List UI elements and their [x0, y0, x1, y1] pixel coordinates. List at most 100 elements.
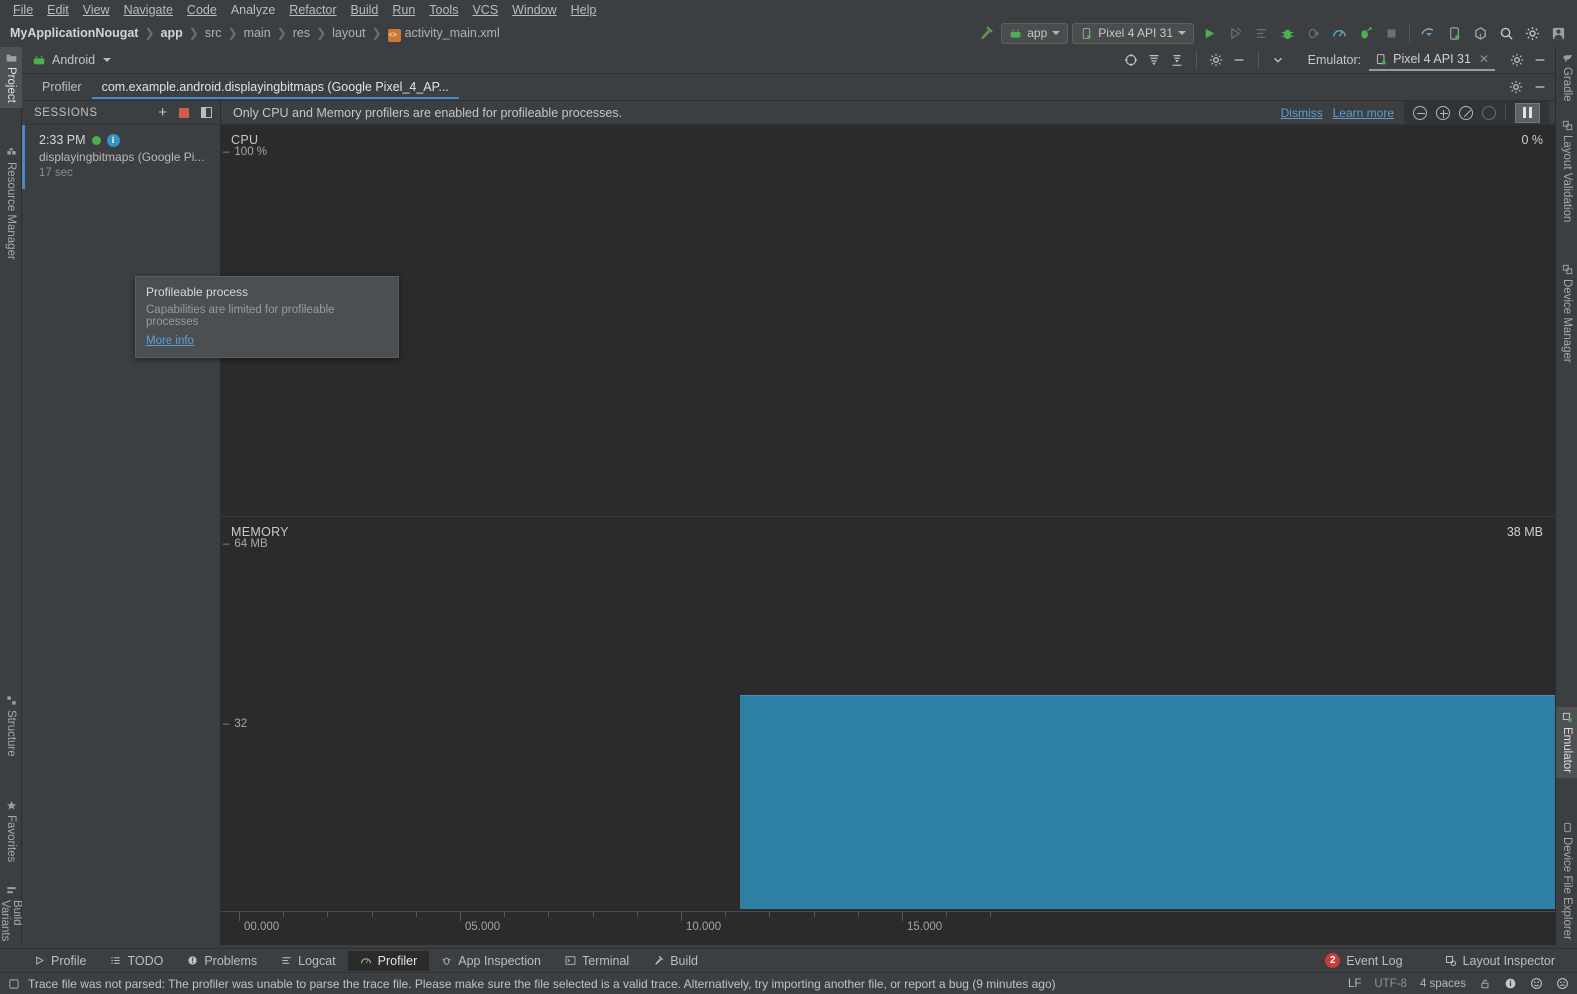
- bottom-tab-layout-inspector[interactable]: Layout Inspector: [1433, 951, 1567, 971]
- toggle-sessions-panel-icon[interactable]: [201, 107, 212, 118]
- session-list-item[interactable]: 2:33 PM i displayingbitmaps (Google Pi..…: [22, 125, 220, 189]
- breadcrumb-app[interactable]: app: [161, 26, 183, 40]
- target-icon[interactable]: [1124, 53, 1138, 67]
- cpu-chart-panel[interactable]: CPU 0 % 100 % 50: [221, 125, 1555, 517]
- menu-item-code[interactable]: Code: [180, 2, 224, 18]
- tab-profiler-session[interactable]: com.example.android.displayingbitmaps (G…: [91, 76, 459, 99]
- reset-zoom-icon[interactable]: [1459, 105, 1473, 120]
- bottom-tab-build[interactable]: Build: [641, 951, 710, 971]
- profile-debuggable-icon[interactable]: [1354, 22, 1376, 44]
- settings-gear-icon[interactable]: [1521, 22, 1543, 44]
- attach-debugger-icon[interactable]: [1302, 22, 1324, 44]
- menu-item-edit[interactable]: Edit: [40, 2, 76, 18]
- profiler-notification-bar: Only CPU and Memory profilers are enable…: [221, 100, 1555, 125]
- bottom-tab-todo[interactable]: TODO: [98, 951, 175, 971]
- minimize-icon[interactable]: [1533, 53, 1547, 67]
- menu-item-view[interactable]: View: [76, 2, 117, 18]
- breadcrumb-layout[interactable]: layout: [332, 26, 365, 40]
- smiley-happy-icon[interactable]: [1530, 977, 1543, 990]
- sidebar-label-build-variants: Build Variants: [0, 900, 23, 942]
- chevron-down-icon[interactable]: [1271, 53, 1285, 67]
- menu-item-run[interactable]: Run: [385, 2, 422, 18]
- module-selector[interactable]: app: [1001, 22, 1069, 44]
- stop-icon[interactable]: [1380, 22, 1402, 44]
- menu-item-file[interactable]: File: [6, 2, 40, 18]
- encoding-indicator[interactable]: UTF-8: [1374, 978, 1407, 990]
- sidebar-item-emulator[interactable]: Emulator: [1556, 707, 1577, 779]
- menu-item-window[interactable]: Window: [505, 2, 563, 18]
- breadcrumb-project[interactable]: MyApplicationNougat: [10, 26, 138, 40]
- sidebar-item-device-file-explorer[interactable]: Device File Explorer: [1556, 817, 1577, 945]
- breadcrumb-src[interactable]: src: [205, 26, 222, 40]
- device-selector[interactable]: Pixel 4 API 31: [1072, 22, 1194, 44]
- sidebar-item-layout-validation[interactable]: Layout Validation: [1556, 115, 1577, 227]
- tool-window-title: Android: [52, 53, 96, 67]
- minimize-icon[interactable]: [1232, 53, 1246, 67]
- bottom-tab-profiler[interactable]: Profiler: [347, 950, 430, 971]
- status-message[interactable]: Trace file was not parsed: The profiler …: [28, 977, 1056, 991]
- menu-item-navigate[interactable]: Navigate: [117, 2, 180, 18]
- sidebar-item-structure[interactable]: Structure: [0, 690, 22, 762]
- menu-item-vcs[interactable]: VCS: [465, 2, 505, 18]
- logcat-icon: [281, 955, 292, 966]
- sidebar-item-build-variants[interactable]: Build Variants: [0, 880, 23, 946]
- sidebar-item-device-manager[interactable]: Device Manager: [1556, 259, 1577, 368]
- bottom-tab-profile[interactable]: Profile: [22, 951, 98, 971]
- sidebar-item-favorites[interactable]: Favorites: [0, 795, 22, 867]
- breadcrumb-main[interactable]: main: [244, 26, 271, 40]
- emulator-device-tab[interactable]: Pixel 4 API 31 ✕: [1369, 49, 1495, 71]
- sidebar-item-resource-manager[interactable]: Resource Manager: [0, 142, 22, 265]
- info-icon[interactable]: i: [106, 133, 120, 147]
- bottom-tab-logcat[interactable]: Logcat: [269, 951, 348, 971]
- debug-icon[interactable]: [1276, 22, 1298, 44]
- zoom-in-icon[interactable]: [1436, 105, 1450, 120]
- bottom-tab-app-inspection[interactable]: App Inspection: [429, 951, 553, 971]
- menu-item-refactor[interactable]: Refactor: [282, 2, 343, 18]
- info-icon[interactable]: [1504, 977, 1517, 990]
- apply-code-changes-icon[interactable]: [1250, 22, 1272, 44]
- breadcrumb-file[interactable]: activity_main.xml: [405, 26, 500, 40]
- sidebar-item-project[interactable]: Project: [0, 47, 22, 108]
- tooltip-more-info-link[interactable]: More info: [146, 335, 194, 347]
- sdk-manager-icon[interactable]: [1469, 22, 1491, 44]
- bottom-tab-problems[interactable]: Problems: [175, 951, 269, 971]
- zoom-to-selection-icon[interactable]: [1482, 105, 1496, 120]
- menu-item-build[interactable]: Build: [344, 2, 386, 18]
- dismiss-link[interactable]: Dismiss: [1281, 106, 1323, 120]
- bottom-tab-terminal[interactable]: Terminal: [553, 951, 641, 971]
- sync-gradle-icon[interactable]: [1417, 22, 1439, 44]
- avd-manager-icon[interactable]: [1443, 22, 1465, 44]
- stop-session-icon[interactable]: [179, 107, 189, 118]
- memory-chart-panel[interactable]: MEMORY 38 MB 64 MB 32: [221, 517, 1555, 945]
- chevron-down-icon[interactable]: [103, 58, 112, 62]
- zoom-out-icon[interactable]: [1413, 105, 1427, 120]
- menu-item-tools[interactable]: Tools: [422, 2, 465, 18]
- learn-more-link[interactable]: Learn more: [1333, 106, 1394, 120]
- minimize-icon[interactable]: [1533, 80, 1547, 94]
- expand-all-icon[interactable]: [1147, 53, 1161, 67]
- run-icon[interactable]: [1198, 22, 1220, 44]
- tab-profiler[interactable]: Profiler: [32, 76, 92, 98]
- menu-item-help[interactable]: Help: [564, 2, 604, 18]
- bottom-tab-event-log[interactable]: 2 Event Log: [1313, 950, 1414, 971]
- indent-indicator[interactable]: 4 spaces: [1420, 978, 1466, 990]
- collapse-all-icon[interactable]: [1170, 53, 1184, 67]
- pause-live-button[interactable]: [1515, 102, 1540, 123]
- menu-item-analyze[interactable]: Analyze: [224, 2, 282, 18]
- build-hammer-icon[interactable]: [975, 22, 997, 44]
- search-icon[interactable]: [1495, 22, 1517, 44]
- emulator-icon: [1562, 712, 1573, 723]
- settings-gear-icon[interactable]: [1509, 80, 1523, 94]
- breadcrumb-res[interactable]: res: [293, 26, 310, 40]
- sidebar-item-gradle[interactable]: Gradle: [1556, 47, 1577, 107]
- account-icon[interactable]: [1547, 22, 1569, 44]
- line-separator-indicator[interactable]: LF: [1348, 978, 1361, 990]
- apply-changes-icon[interactable]: [1224, 22, 1246, 44]
- profile-icon[interactable]: [1328, 22, 1350, 44]
- smiley-sad-icon[interactable]: [1556, 977, 1569, 990]
- lock-icon[interactable]: [1479, 978, 1491, 990]
- settings-gear-icon[interactable]: [1209, 53, 1223, 67]
- settings-gear-icon[interactable]: [1510, 53, 1524, 67]
- add-session-icon[interactable]: +: [158, 105, 167, 120]
- close-icon[interactable]: ✕: [1479, 52, 1489, 66]
